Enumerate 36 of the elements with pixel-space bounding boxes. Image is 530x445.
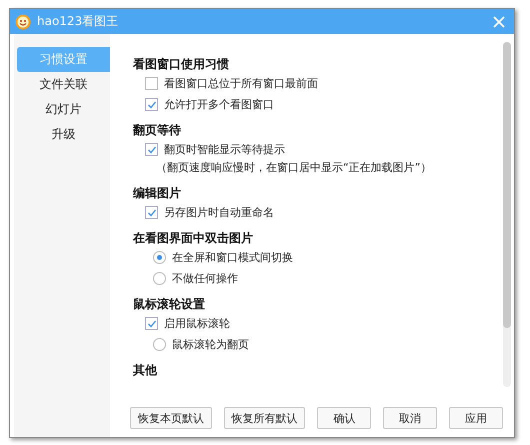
section-heading: 鼠标滚轮设置 xyxy=(133,296,206,313)
section-heading: 看图窗口使用习惯 xyxy=(133,56,230,73)
checkbox-label[interactable]: 另存图片时自动重命名 xyxy=(164,205,274,220)
checkbox-label[interactable]: 启用鼠标滚轮 xyxy=(164,316,230,331)
sidebar-item[interactable]: 幻灯片 xyxy=(17,97,110,122)
scrollbar[interactable] xyxy=(503,42,511,387)
radio-button[interactable] xyxy=(153,251,166,264)
checkbox[interactable] xyxy=(145,206,158,219)
checkbox-label[interactable]: 允许打开多个看图窗口 xyxy=(164,97,274,112)
sidebar-item[interactable]: 升级 xyxy=(17,122,110,147)
radio-label[interactable]: 不做任何操作 xyxy=(172,271,238,286)
sidebar-item[interactable]: 文件关联 xyxy=(17,72,110,97)
radio-button[interactable] xyxy=(153,272,166,285)
section-heading: 其他 xyxy=(133,362,158,379)
checkbox-label[interactable]: 看图窗口总位于所有窗口最前面 xyxy=(164,76,318,91)
smiley-logo-icon xyxy=(15,14,31,30)
window-title: hao123看图王 xyxy=(37,13,120,30)
dialog-button[interactable]: 取消 xyxy=(383,407,438,429)
checkbox[interactable] xyxy=(145,77,158,90)
radio-label[interactable]: 在全屏和窗口模式间切换 xyxy=(172,250,293,265)
section-heading: 翻页等待 xyxy=(133,122,182,139)
radio-label[interactable]: 鼠标滚轮为翻页 xyxy=(172,337,249,352)
close-icon[interactable] xyxy=(493,16,505,28)
hint-text: （翻页速度响应慢时，在窗口居中显示“正在加载图片”） xyxy=(155,160,432,176)
checkbox[interactable] xyxy=(145,143,158,156)
checkbox[interactable] xyxy=(145,317,158,330)
checkbox[interactable] xyxy=(145,98,158,111)
dialog-button[interactable]: 确认 xyxy=(317,407,372,429)
section-heading: 在看图界面中双击图片 xyxy=(133,230,254,247)
dialog-button[interactable]: 恢复本页默认 xyxy=(130,407,212,429)
dialog-button[interactable]: 恢复所有默认 xyxy=(224,407,306,429)
section-heading: 编辑图片 xyxy=(133,185,182,202)
scrollbar-thumb[interactable] xyxy=(503,42,511,328)
radio-button[interactable] xyxy=(153,338,166,351)
checkbox-label[interactable]: 翻页时智能显示等待提示 xyxy=(164,142,285,157)
dialog-button[interactable]: 应用 xyxy=(449,407,503,429)
